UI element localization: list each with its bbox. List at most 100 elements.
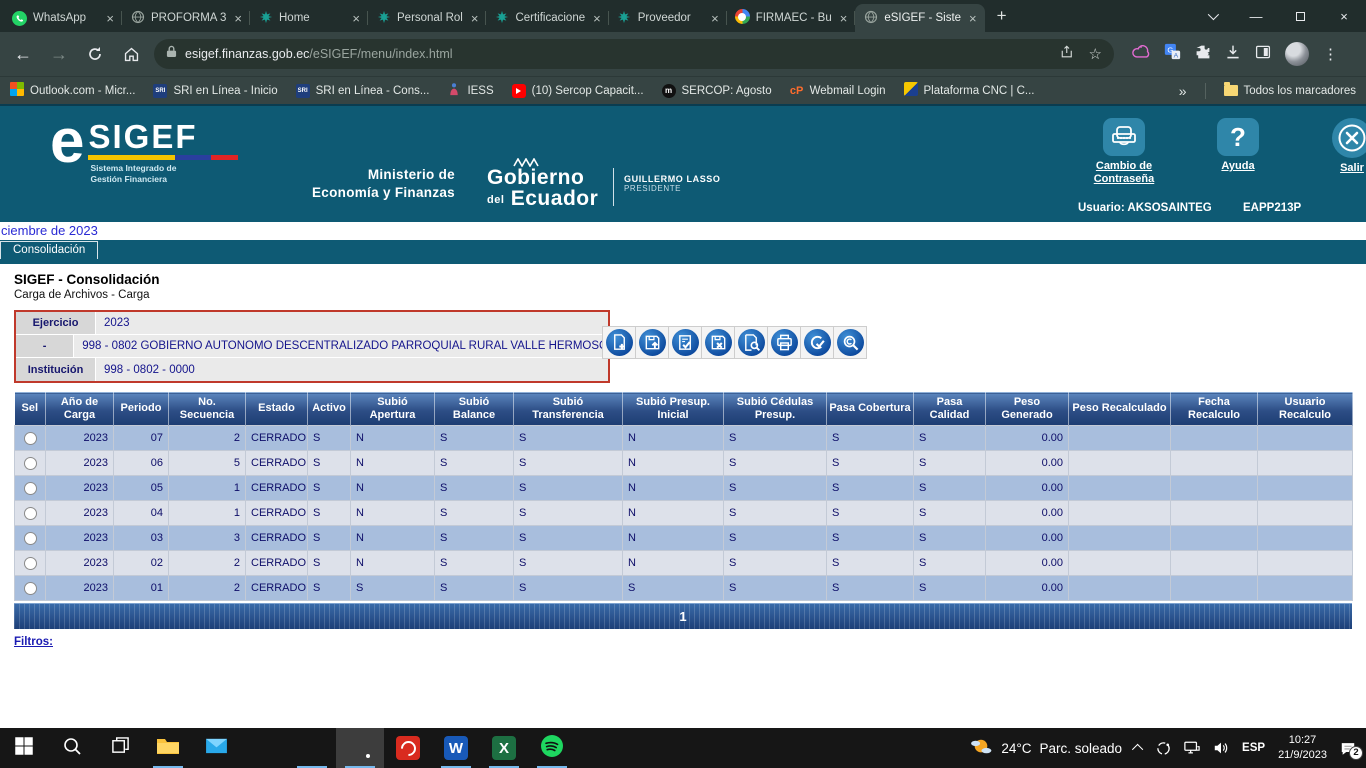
header-action-label[interactable]: Ayuda [1221,160,1254,173]
bookmark-item[interactable]: IESS [447,82,493,99]
tab-close-icon[interactable]: × [350,11,362,26]
reload-icon[interactable] [82,46,108,62]
tab-consolidacion[interactable]: Consolidación [0,241,98,259]
cloud-extension-icon[interactable] [1132,45,1150,64]
form-label: Ejercicio [16,312,96,334]
bookmark-star-icon[interactable]: ☆ [1089,45,1102,63]
taskbar-mail[interactable] [192,728,240,768]
bookmark-item[interactable]: SRISRI en Línea - Cons... [296,82,430,99]
validate-record-button[interactable] [668,326,702,359]
taskbar-start[interactable] [0,728,48,768]
approve-quality-button[interactable] [800,326,834,359]
select-row-radio[interactable] [24,432,37,445]
browser-tab[interactable]: WhatsApp× [4,4,122,32]
all-bookmarks-button[interactable]: Todos los marcadores [1224,85,1357,97]
taskbar-acrobat[interactable] [384,728,432,768]
header-action-label[interactable]: Salir [1340,162,1364,175]
bookmark-item[interactable]: (10) Sercop Capacit... [512,82,644,99]
back-icon[interactable]: ← [10,44,36,65]
notification-center-icon[interactable]: 2 [1340,741,1356,756]
tab-close-icon[interactable]: × [709,11,721,26]
save-upload-button[interactable] [635,326,669,359]
browser-tab[interactable]: Personal Rol× [368,4,486,32]
header-action-exit[interactable]: Salir [1310,118,1366,186]
taskbar-edge[interactable] [288,728,336,768]
page-number[interactable]: 1 [14,603,1352,629]
tray-chevron-up-icon[interactable] [1135,744,1143,752]
translate-icon[interactable]: GA [1164,43,1181,65]
search-records-button[interactable] [833,326,867,359]
side-panel-icon[interactable] [1255,44,1271,65]
browser-menu-icon[interactable]: ⋮ [1323,45,1339,63]
header-action-password-lock[interactable]: Cambio de Contraseña [1082,118,1166,186]
maximize-button[interactable] [1278,0,1322,32]
taskbar-search-icon [62,736,82,761]
filters-link[interactable]: Filtros: [14,636,53,648]
header-action-label[interactable]: Cambio de Contraseña [1082,160,1166,186]
new-record-button[interactable] [602,326,636,359]
tab-close-icon[interactable]: × [591,11,603,26]
tray-app-icon[interactable] [1156,741,1171,756]
taskbar-chrome[interactable] [336,728,384,768]
table-cell: 2023 [46,451,114,476]
select-row-radio[interactable] [24,457,37,470]
download-icon[interactable] [1225,44,1241,65]
browser-tab[interactable]: FIRMAEC - Bu× [727,4,856,32]
tab-close-icon[interactable]: × [232,11,244,26]
select-row-radio[interactable] [24,507,37,520]
table-cell: S [308,501,351,526]
bookmark-item[interactable]: SRISRI en Línea - Inicio [153,82,277,99]
close-window-button[interactable]: × [1322,0,1366,32]
tab-title: PROFORMA 3 [151,12,226,24]
profile-avatar[interactable] [1285,42,1309,66]
taskbar-spotify[interactable] [528,728,576,768]
taskbar-excel[interactable]: X [480,728,528,768]
bookmark-item[interactable]: Outlook.com - Micr... [10,82,135,99]
print-record-button[interactable] [767,326,801,359]
forward-icon[interactable]: → [46,44,72,65]
tab-close-icon[interactable]: × [967,11,979,26]
table-cell: N [623,501,724,526]
tab-close-icon[interactable]: × [838,11,850,26]
minimize-button[interactable]: — [1234,0,1278,32]
tab-close-icon[interactable]: × [104,11,116,26]
bookmarks-overflow-icon[interactable]: » [1179,83,1187,99]
home-icon[interactable] [118,46,144,63]
browser-tab[interactable]: Home× [250,4,368,32]
table-cell: 0.00 [986,451,1069,476]
bookmark-item[interactable]: Plataforma CNC | C... [904,82,1035,99]
language-indicator[interactable]: ESP [1242,742,1265,754]
weather-widget[interactable]: 24°C Parc. soleado [969,738,1122,759]
taskbar-clock[interactable]: 10:27 21/9/2023 [1278,733,1327,763]
svg-text:A: A [1174,52,1179,59]
header-action-help[interactable]: ?Ayuda [1196,118,1280,186]
share-icon[interactable] [1060,44,1075,64]
volume-icon[interactable] [1213,741,1229,755]
browser-tab[interactable]: eSIGEF - Siste× [855,4,984,32]
taskbar-task-view[interactable] [96,728,144,768]
taskbar-word[interactable]: W [432,728,480,768]
tab-search-chevron-icon[interactable] [1190,0,1234,32]
bookmark-item[interactable]: cPWebmail Login [790,82,886,99]
delete-record-button[interactable] [701,326,735,359]
select-row-radio[interactable] [24,532,37,545]
preview-record-button[interactable] [734,326,768,359]
select-row-radio[interactable] [24,482,37,495]
browser-tab[interactable]: Certificacione× [486,4,608,32]
browser-tab[interactable]: PROFORMA 3 × [122,4,250,32]
address-bar[interactable]: esigef.finanzas.gob.ec/eSIGEF/menu/index… [154,39,1114,69]
taskbar-firefox[interactable] [240,728,288,768]
select-row-radio[interactable] [24,582,37,595]
tab-close-icon[interactable]: × [469,11,481,26]
table-row: 2023072CERRADOSNSSNSSS0.00 [15,426,1353,451]
select-row-radio[interactable] [24,557,37,570]
network-icon[interactable] [1184,741,1200,755]
extensions-puzzle-icon[interactable] [1195,44,1211,65]
bookmark-item[interactable]: mSERCOP: Agosto [662,82,772,99]
taskbar-file-explorer[interactable] [144,728,192,768]
taskbar-taskbar-search[interactable] [48,728,96,768]
browser-tab[interactable]: Proveedor× [609,4,727,32]
marquee-text: ciembre de 2023 [0,222,1366,240]
table-cell: S [435,476,514,501]
new-tab-button[interactable]: + [989,3,1015,29]
